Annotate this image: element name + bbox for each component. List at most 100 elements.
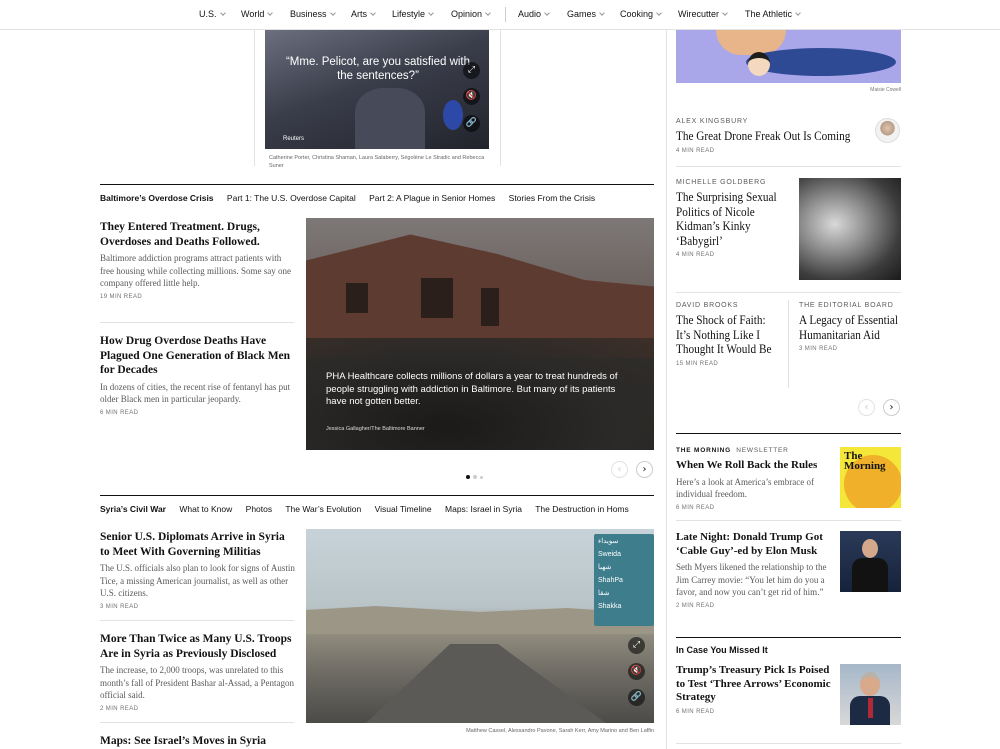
chevron-left-icon[interactable]: ‹ — [611, 461, 628, 478]
nav-us[interactable]: U.S. — [199, 9, 226, 19]
nav-divider — [505, 7, 506, 22]
story-headline[interactable]: More Than Twice as Many U.S. Troops Are … — [100, 632, 295, 661]
story-headline[interactable]: Late Night: Donald Trump Got ‘Cable Guy’… — [676, 531, 834, 558]
newsletter-item[interactable]: THE MORNING NEWSLETTER When We Roll Back… — [676, 447, 831, 511]
story[interactable]: They Entered Treatment. Drugs, Overdoses… — [100, 220, 295, 300]
section-title[interactable]: Syria’s Civil War — [100, 504, 166, 514]
section-link[interactable]: The Destruction in Homs — [535, 504, 629, 514]
nav-the-athletic[interactable]: The Athletic — [745, 9, 801, 19]
opinion-illustration[interactable] — [676, 30, 901, 83]
read-time: 2 MIN READ — [676, 602, 715, 609]
chevron-down-icon — [329, 10, 336, 16]
video-player[interactable]: “Mme. Pelicot, are you satisfied with th… — [265, 30, 489, 149]
section-rule — [676, 637, 901, 638]
the-morning-logo[interactable]: The Morning — [840, 447, 901, 508]
section-link[interactable]: Maps: Israel in Syria — [445, 504, 522, 514]
section-link[interactable]: Visual Timeline — [375, 504, 432, 514]
divider — [676, 520, 901, 521]
speaker-mute-icon[interactable]: 🔇 — [463, 88, 480, 105]
nav-wirecutter[interactable]: Wirecutter — [678, 9, 728, 19]
chevron-down-icon — [656, 10, 662, 16]
opinion-headline[interactable]: A Legacy of Essential Humanitarian Aid — [799, 313, 900, 342]
speaker-mute-icon[interactable]: 🔇 — [628, 663, 645, 680]
nav-label: Opinion — [451, 9, 483, 19]
nav-cooking[interactable]: Cooking — [620, 9, 662, 19]
newsletter-kicker: THE MORNING NEWSLETTER — [676, 447, 831, 454]
video-credit: Reuters — [283, 136, 305, 142]
section-title[interactable]: Baltimore’s Overdose Crisis — [100, 193, 214, 203]
opinion-headline[interactable]: The Great Drone Freak Out Is Coming — [676, 129, 856, 144]
section-link[interactable]: Photos — [246, 504, 272, 514]
logo-text: The Morning — [844, 450, 886, 472]
story[interactable]: Senior U.S. Diplomats Arrive in Syria to… — [100, 530, 295, 610]
opinion-author[interactable]: DAVID BROOKS — [676, 302, 782, 309]
window — [421, 278, 453, 318]
chevron-down-icon — [722, 10, 728, 16]
carousel-dot[interactable] — [480, 476, 483, 479]
section-link[interactable]: What to Know — [179, 504, 232, 514]
section-rule — [100, 184, 654, 185]
story-headline[interactable]: Maps: See Israel’s Moves in Syria Since — [100, 734, 295, 749]
section-link[interactable]: Part 1: The U.S. Overdose Capital — [227, 193, 356, 203]
opinion-author[interactable]: THE EDITORIAL BOARD — [799, 302, 901, 309]
nav-business[interactable]: Business — [290, 9, 336, 19]
chevron-right-icon[interactable]: › — [636, 461, 653, 478]
column-divider — [666, 30, 667, 749]
opinion-photo[interactable] — [799, 178, 901, 280]
divider — [676, 292, 901, 293]
road-sign: سويداء Sweida شهبا ShahPa شقا Shakka — [594, 534, 654, 626]
chevron-right-icon[interactable]: › — [883, 399, 900, 416]
nav-lifestyle[interactable]: Lifestyle — [392, 9, 434, 19]
carousel-dot[interactable] — [466, 475, 470, 479]
nav-label: Business — [290, 9, 327, 19]
nav-label: Lifestyle — [392, 9, 426, 19]
story-headline[interactable]: Trump’s Treasury Pick Is Poised to Test … — [676, 664, 834, 705]
link-icon[interactable]: 🔗 — [463, 115, 480, 132]
opinion-author[interactable]: MICHELLE GOLDBERG — [676, 179, 794, 186]
divider — [788, 300, 789, 388]
story[interactable]: Trump’s Treasury Pick Is Poised to Test … — [676, 664, 834, 715]
nav-label: Games — [567, 9, 597, 19]
opinion-item[interactable]: MICHELLE GOLDBERG The Surprising Sexual … — [676, 179, 794, 258]
carousel-dots — [466, 466, 486, 484]
section-link[interactable]: The War’s Evolution — [285, 504, 361, 514]
opinion-item[interactable]: ALEX KINGSBURY The Great Drone Freak Out… — [676, 118, 866, 154]
expand-icon[interactable]: ⤢ — [628, 637, 645, 654]
nav-games[interactable]: Games — [567, 9, 605, 19]
nav-opinion[interactable]: Opinion — [451, 9, 491, 19]
expand-icon[interactable]: ⤢ — [463, 62, 480, 79]
story-headline[interactable]: They Entered Treatment. Drugs, Overdoses… — [100, 220, 295, 249]
newsletter-headline[interactable]: When We Roll Back the Rules — [676, 458, 831, 473]
carousel-dot[interactable] — [473, 475, 477, 479]
link-icon[interactable]: 🔗 — [628, 689, 645, 706]
chevron-down-icon — [599, 10, 605, 16]
divider — [100, 322, 294, 323]
story-image[interactable] — [840, 664, 901, 725]
nav-arts[interactable]: Arts — [351, 9, 376, 19]
opinion-headline[interactable]: The Surprising Sexual Politics of Nicole… — [676, 190, 791, 248]
section-link[interactable]: Stories From the Crisis — [509, 193, 595, 203]
story-image[interactable]: PHA Healthcare collects millions of doll… — [306, 218, 654, 450]
story-image[interactable] — [840, 531, 901, 592]
chevron-left-icon[interactable]: ‹ — [858, 399, 875, 416]
story[interactable]: How Drug Overdose Deaths Have Plagued On… — [100, 334, 295, 416]
section-title[interactable]: In Case You Missed It — [676, 645, 768, 655]
nav-audio[interactable]: Audio — [518, 9, 550, 19]
story[interactable]: Late Night: Donald Trump Got ‘Cable Guy’… — [676, 531, 834, 609]
story-headline[interactable]: How Drug Overdose Deaths Have Plagued On… — [100, 334, 295, 378]
nav-label: World — [241, 9, 265, 19]
nav-world[interactable]: World — [241, 9, 274, 19]
divider — [676, 166, 901, 167]
story-headline[interactable]: Senior U.S. Diplomats Arrive in Syria to… — [100, 530, 295, 559]
opinion-headline[interactable]: The Shock of Faith: It’s Nothing Like I … — [676, 313, 780, 357]
story[interactable]: Maps: See Israel’s Moves in Syria Since — [100, 734, 295, 749]
person-suit — [852, 558, 888, 592]
read-time: 6 MIN READ — [676, 708, 715, 715]
video-player[interactable]: سويداء Sweida شهبا ShahPa شقا Shakka ⤢ 🔇… — [306, 529, 654, 723]
opinion-author[interactable]: ALEX KINGSBURY — [676, 118, 866, 125]
section-link[interactable]: Part 2: A Plague in Senior Homes — [369, 193, 495, 203]
read-time: 19 MIN READ — [100, 293, 143, 300]
opinion-item[interactable]: THE EDITORIAL BOARD A Legacy of Essentia… — [799, 302, 901, 352]
story[interactable]: More Than Twice as Many U.S. Troops Are … — [100, 632, 295, 712]
opinion-item[interactable]: DAVID BROOKS The Shock of Faith: It’s No… — [676, 302, 782, 367]
